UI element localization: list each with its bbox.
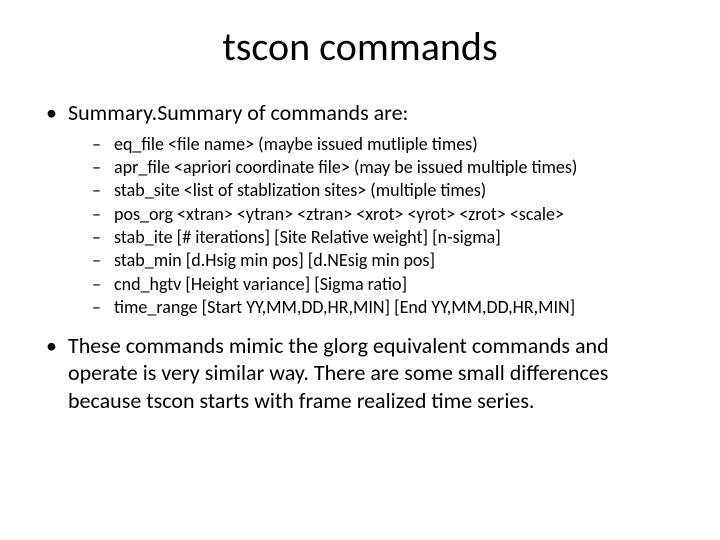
list-item: eq_file <file name> (maybe issued mutlip… <box>92 133 682 156</box>
list-item: apr_file <apriori coordinate file> (may … <box>92 156 682 179</box>
list-item: stab_site <list of stablization sites> (… <box>92 179 682 202</box>
summary-text: Summary.Summary of commands are: <box>68 99 408 126</box>
list-item: cnd_hgtv [Height variance] [Sigma ratio] <box>92 273 682 296</box>
slide-title: tscon commands <box>38 22 682 71</box>
footer-bullet: These commands mimic the glorg equivalen… <box>46 332 682 415</box>
list-item: time_range [Start YY,MM,DD,HR,MIN] [End … <box>92 296 682 319</box>
bullet-list: Summary.Summary of commands are: eq_file… <box>38 99 682 414</box>
footer-text: These commands mimic the glorg equivalen… <box>68 332 609 414</box>
summary-bullet: Summary.Summary of commands are: eq_file… <box>46 99 682 320</box>
list-item: stab_min [d.Hsig min pos] [d.NEsig min p… <box>92 249 682 272</box>
sub-bullet-list: eq_file <file name> (maybe issued mutlip… <box>68 133 682 320</box>
list-item: pos_org <xtran> <ytran> <ztran> <xrot> <… <box>92 203 682 226</box>
list-item: stab_ite [# iterations] [Site Relative w… <box>92 226 682 249</box>
